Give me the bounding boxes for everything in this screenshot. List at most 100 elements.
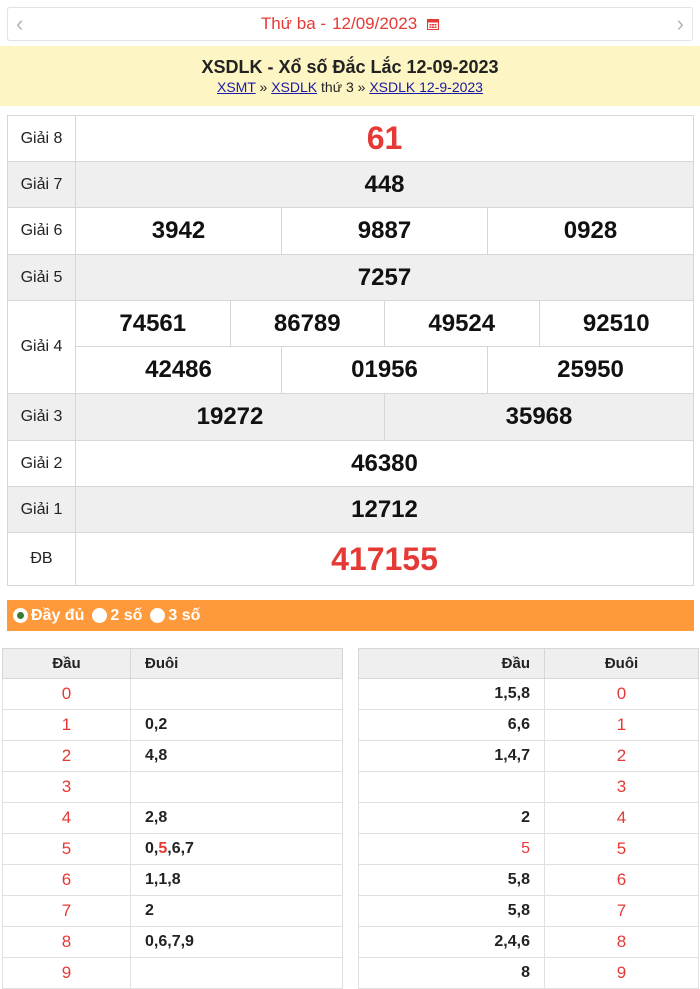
tail-digit-highlight: 5 xyxy=(158,840,168,857)
table-row: 89 xyxy=(358,957,699,989)
head-digit: 6 xyxy=(2,864,131,896)
prize-4-number: 86789 xyxy=(229,301,385,346)
breadcrumb-xsmt-link[interactable]: XSMT xyxy=(217,79,256,95)
tail-digit: 1 xyxy=(544,709,699,741)
head-digits: 2 xyxy=(358,802,545,834)
tail-digits: 2 xyxy=(130,895,343,927)
head-digit-table: Đầu Đuôi 0 1 0,2 2 4,8 3 4 2,8 5 0,5,6,7 6 1,… xyxy=(2,648,343,989)
table-row: 5,8 7 xyxy=(358,895,699,927)
head-digits: 5,8 xyxy=(358,864,545,896)
head-digit: 0 xyxy=(2,678,131,710)
breadcrumb-xsdlk-link[interactable]: XSDLK xyxy=(271,79,317,95)
head-digit: 4 xyxy=(2,802,131,834)
prize-label: Giải 2 xyxy=(7,440,76,487)
prize-6-number: 0928 xyxy=(487,208,693,254)
breadcrumb-separator: » xyxy=(357,79,366,95)
prize-4-cell: 74561 86789 49524 92510 42486 01956 2595… xyxy=(75,300,694,394)
breadcrumb-separator: » xyxy=(259,79,268,95)
tail-digit: 9 xyxy=(544,957,699,989)
tail-digit: 3 xyxy=(544,771,699,803)
head-digit: 1 xyxy=(2,709,131,741)
table-row: 1,4,7 2 xyxy=(358,740,699,772)
prize-3-cell: 19272 35968 xyxy=(75,393,694,441)
prize-row-2: Giải 2 46380 xyxy=(7,440,694,487)
tail-digits xyxy=(130,957,343,989)
column-header-dau: Đầu xyxy=(2,648,131,679)
prize-label: Giải 1 xyxy=(7,486,76,533)
current-date[interactable]: Thứ ba - 12/09/2023 xyxy=(260,14,440,34)
prize-row-5: Giải 5 7257 xyxy=(7,254,694,301)
calendar-icon[interactable] xyxy=(427,18,440,30)
option-two-label: 2 số xyxy=(110,606,143,624)
table-row: 5 0,5,6,7 xyxy=(2,833,343,865)
prize-label: ĐB xyxy=(7,532,76,586)
head-digits: 2,4,6 xyxy=(358,926,545,958)
table-row: 2 4,8 xyxy=(2,740,343,772)
breadcrumb-date-link[interactable]: XSDLK 12-9-2023 xyxy=(369,79,483,95)
chevron-left-icon[interactable]: ‹ xyxy=(16,12,23,36)
table-row: 6 1,1,8 xyxy=(2,864,343,896)
tail-digits: 0,5,6,7 xyxy=(130,833,343,865)
tail-digit-table: Đầu Đuôi 1,5,8 0 6,6 1 1,4,7 2 3 24 55 5,8 6… xyxy=(358,648,699,989)
breadcrumb-weekday: thứ 3 xyxy=(321,79,354,95)
column-header-duoi: Đuôi xyxy=(544,648,699,679)
chevron-right-icon[interactable]: › xyxy=(677,12,684,36)
tail-digits: 0,6,7,9 xyxy=(130,926,343,958)
tail-digits: 0,2 xyxy=(130,709,343,741)
prize-row-7: Giải 7 448 xyxy=(7,161,694,208)
prize-row-4: Giải 4 74561 86789 49524 92510 42486 019… xyxy=(7,300,694,394)
option-two-digits[interactable]: 2 số xyxy=(92,607,142,625)
page-title: XSDLK - Xổ số Đắc Lắc 12-09-2023 xyxy=(201,57,499,77)
prize-row-special: ĐB 417155 xyxy=(7,532,694,586)
tail-digits xyxy=(130,771,343,803)
breadcrumb: XSMT » XSDLK thứ 3 » XSDLK 12-9-2023 xyxy=(0,78,700,96)
head-digits: 1,5,8 xyxy=(358,678,545,710)
head-digit: 3 xyxy=(2,771,131,803)
head-digits: 6,6 xyxy=(358,709,545,741)
prize-label: Giải 8 xyxy=(7,115,76,162)
head-digits xyxy=(358,771,545,803)
prize-5-number: 7257 xyxy=(75,254,694,301)
prize-1-number: 12712 xyxy=(75,486,694,533)
table-row: 4 2,8 xyxy=(2,802,343,834)
table-row: 8 0,6,7,9 xyxy=(2,926,343,958)
display-options-bar: Đầy đủ 2 số 3 số xyxy=(7,600,694,631)
tail-digit: 8 xyxy=(544,926,699,958)
prize-6-cell: 3942 9887 0928 xyxy=(75,207,694,255)
tail-digit: 0 xyxy=(544,678,699,710)
table-row: 9 xyxy=(2,957,343,989)
table-header-row: Đầu Đuôi xyxy=(358,648,699,679)
radio-icon[interactable] xyxy=(150,608,166,623)
head-digits: 5,8 xyxy=(358,895,545,927)
head-digits: 5 xyxy=(358,833,545,865)
prize-label: Giải 4 xyxy=(7,300,76,394)
date-label: 12/09/2023 xyxy=(332,14,418,33)
prize-4-number: 42486 xyxy=(145,356,212,383)
table-header-row: Đầu Đuôi xyxy=(2,648,343,679)
weekday-label: Thứ ba - xyxy=(260,14,327,33)
date-navigation-bar: ‹ Thứ ba - 12/09/2023 › xyxy=(7,7,693,41)
option-three-digits[interactable]: 3 số xyxy=(150,607,200,625)
prize-results-table: Giải 8 61 Giải 7 448 Giải 6 3942 9887 09… xyxy=(7,115,694,586)
tail-digits: 1,1,8 xyxy=(130,864,343,896)
tail-digits-part: 0, xyxy=(145,840,159,857)
option-three-label: 3 số xyxy=(168,606,201,624)
radio-checked-icon[interactable] xyxy=(13,608,28,623)
prize-6-number: 9887 xyxy=(281,208,487,254)
prize-8-number: 61 xyxy=(75,115,694,162)
head-digits: 8 xyxy=(358,957,545,989)
radio-icon[interactable] xyxy=(92,608,108,623)
table-row: 3 xyxy=(358,771,699,803)
table-row: 1,5,8 0 xyxy=(358,678,699,710)
table-row: 3 xyxy=(2,771,343,803)
prize-row-6: Giải 6 3942 9887 0928 xyxy=(7,207,694,255)
option-full-label: Đầy đủ xyxy=(31,606,85,624)
tail-digits: 2,8 xyxy=(130,802,343,834)
table-row: 24 xyxy=(358,802,699,834)
option-full[interactable]: Đầy đủ xyxy=(13,607,84,625)
table-row: 5,8 6 xyxy=(358,864,699,896)
column-header-duoi: Đuôi xyxy=(130,648,343,679)
prize-2-number: 46380 xyxy=(75,440,694,487)
tail-digits xyxy=(130,678,343,710)
table-row: 72 xyxy=(2,895,343,927)
